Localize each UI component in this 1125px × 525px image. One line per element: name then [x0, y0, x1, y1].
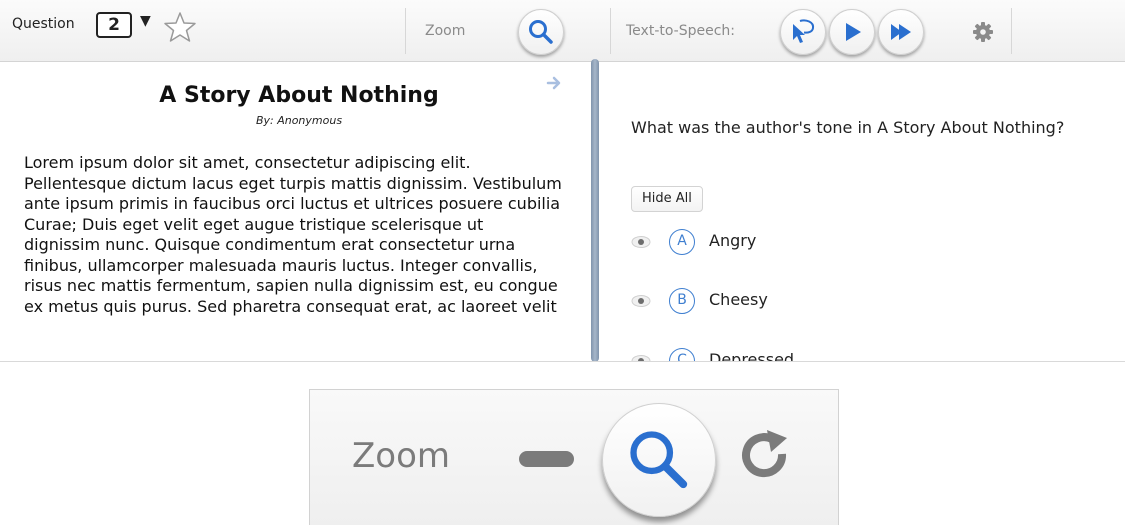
tts-section: Text-to-Speech:	[611, 0, 1011, 62]
zoom-search-button[interactable]	[518, 9, 564, 55]
pane-splitter[interactable]	[591, 59, 599, 361]
answer-option-b[interactable]: B Cheesy	[631, 288, 831, 318]
question-number-box[interactable]: 2	[96, 12, 132, 38]
gear-icon[interactable]	[973, 22, 993, 42]
star-outline-icon[interactable]	[162, 10, 198, 44]
zoom-closeup-panel: Zoom	[309, 389, 839, 525]
search-icon	[630, 431, 688, 489]
search-icon	[529, 20, 553, 44]
option-letter: C	[669, 348, 695, 361]
tts-label: Text-to-Speech:	[626, 23, 736, 39]
tts-play-button[interactable]	[829, 9, 875, 55]
toolbar-divider	[1011, 8, 1012, 54]
question-label: Question	[12, 16, 75, 32]
eye-icon[interactable]	[631, 294, 651, 308]
zoom-section: Zoom	[406, 0, 610, 62]
fast-forward-icon	[891, 24, 911, 40]
answer-option-c[interactable]: C Depressed	[631, 348, 831, 362]
question-text: What was the author's tone in A Story Ab…	[631, 118, 1065, 137]
eye-icon[interactable]	[631, 354, 651, 362]
option-text: Cheesy	[709, 290, 768, 309]
hide-all-button[interactable]: Hide All	[631, 186, 703, 212]
question-nav: Question 2 ▼	[0, 0, 405, 62]
question-pane: What was the author's tone in A Story Ab…	[600, 63, 1125, 362]
zoom-label: Zoom	[425, 23, 466, 39]
zoom-closeup-search-button[interactable]	[602, 403, 716, 517]
toolbar: Question 2 ▼ Zoom Text-to-Speech:	[0, 0, 1125, 62]
passage-byline: By: Anonymous	[255, 114, 343, 127]
tts-fast-forward-button[interactable]	[878, 9, 924, 55]
passage-pane[interactable]: A Story About Nothing By: Anonymous Lore…	[0, 63, 590, 361]
option-letter: A	[669, 229, 695, 255]
option-text: Depressed	[709, 350, 795, 362]
zoom-closeup-label: Zoom	[352, 436, 451, 476]
option-letter: B	[669, 288, 695, 314]
play-icon	[846, 23, 861, 41]
arrow-right-icon[interactable]	[546, 75, 562, 91]
tts-point-speak-button[interactable]	[780, 9, 826, 55]
cursor-speech-icon	[793, 19, 815, 43]
passage-title: A Story About Nothing	[159, 83, 439, 108]
answer-option-a[interactable]: A Angry	[631, 229, 831, 259]
eye-icon[interactable]	[631, 235, 651, 249]
refresh-icon[interactable]	[738, 428, 794, 484]
test-app: Question 2 ▼ Zoom Text-to-Speech: A Stor…	[0, 0, 1125, 362]
question-dropdown-arrow[interactable]: ▼	[140, 13, 151, 29]
minus-icon[interactable]	[519, 451, 574, 467]
passage-body: Lorem ipsum dolor sit amet, consectetur …	[24, 153, 562, 316]
option-text: Angry	[709, 231, 757, 250]
